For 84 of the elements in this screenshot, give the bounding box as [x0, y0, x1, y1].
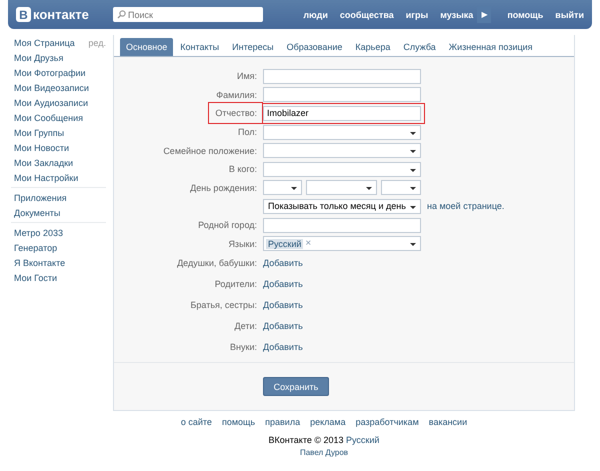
copyright-text: ВКонтакте © 2013	[268, 435, 344, 445]
sidebar-item[interactable]: Мои Новости	[14, 142, 69, 152]
field-label: Внуки:	[230, 342, 257, 352]
sidebar-item[interactable]: Мои Фотографии	[14, 68, 86, 78]
field-label: Языки:	[228, 238, 257, 249]
nav-link[interactable]: помощь	[507, 10, 544, 20]
day-dropdown[interactable]	[263, 180, 302, 196]
caret-icon	[410, 187, 416, 190]
sidebar-item[interactable]: Мои Гости	[14, 272, 58, 282]
privacy-dropdown[interactable]: Показывать только месяц и день	[263, 198, 421, 214]
input-field[interactable]	[263, 218, 421, 233]
sidebar-item[interactable]: Мои Видеозаписи	[14, 82, 89, 92]
add-link[interactable]: Добавить	[263, 279, 303, 290]
save-button[interactable]: Сохранить	[263, 377, 329, 396]
field-label: Дедушки, бабушки:	[177, 258, 257, 268]
field-label: Дети:	[234, 320, 257, 331]
add-link[interactable]: Добавить	[263, 300, 303, 310]
caret-icon	[410, 206, 416, 209]
nav-link[interactable]: люди	[303, 10, 328, 20]
footer-link[interactable]: разработчикам	[356, 417, 419, 427]
sidebar-item[interactable]: Мои Аудиозаписи	[14, 98, 88, 108]
add-link[interactable]: Добавить	[263, 320, 303, 331]
tab[interactable]: Образование	[280, 38, 348, 56]
sidebar-item[interactable]: Метро 2033	[14, 228, 63, 238]
add-link[interactable]: Добавить	[263, 258, 303, 268]
field-label: Имя:	[236, 71, 257, 82]
field-label: Отчество:	[215, 108, 257, 118]
sidebar-item[interactable]: Мои Группы	[14, 128, 64, 138]
language-tag: Русский	[266, 238, 304, 249]
tab[interactable]: Контакты	[174, 38, 226, 56]
caret-icon	[410, 150, 416, 154]
month-dropdown[interactable]	[306, 180, 377, 196]
author-link[interactable]: Павел Дуров	[300, 448, 348, 457]
caret-icon	[291, 187, 297, 190]
input-field[interactable]	[263, 68, 421, 84]
add-link[interactable]: Добавить	[263, 342, 303, 352]
sidebar-item[interactable]: Мои Закладки	[14, 158, 74, 168]
input-field[interactable]	[263, 87, 421, 102]
year-dropdown[interactable]	[381, 180, 421, 196]
field-label: Семейное положение:	[163, 146, 257, 156]
privacy-note: на моей странице.	[427, 201, 504, 212]
tab[interactable]: Основное	[120, 38, 174, 56]
logo-letter[interactable]: В	[16, 7, 31, 22]
field-label: Пол:	[238, 127, 257, 138]
field-label: В кого:	[228, 164, 257, 174]
sidebar-item[interactable]: Генератор	[14, 242, 58, 252]
nav-link[interactable]: выйти	[555, 10, 584, 20]
dropdown[interactable]	[263, 162, 421, 177]
tab[interactable]: Жизненная позиция	[442, 38, 539, 56]
caret-icon	[410, 168, 416, 172]
sidebar-item[interactable]: Я Вконтакте	[14, 258, 66, 268]
dropdown[interactable]	[263, 143, 421, 158]
sidebar-item[interactable]: Мои Друзья	[14, 52, 64, 62]
footer-link[interactable]: помощь	[222, 417, 256, 427]
field-label: Родной город:	[198, 220, 257, 230]
tab[interactable]: Интересы	[226, 38, 280, 56]
tab[interactable]: Карьера	[349, 38, 396, 56]
sidebar-item[interactable]: Приложения	[14, 192, 67, 202]
sidebar-item[interactable]: Мои Настройки	[14, 172, 78, 182]
nav-link[interactable]: сообщества	[340, 10, 394, 20]
field-label: День рождения:	[190, 182, 257, 193]
field-label: Фамилия:	[216, 90, 257, 100]
caret-icon	[410, 243, 416, 246]
footer-link[interactable]: правила	[265, 417, 300, 427]
sidebar-item[interactable]: Мои Сообщения	[14, 112, 83, 122]
logo-text[interactable]: контакте	[33, 7, 89, 22]
footer-link[interactable]: вакансии	[428, 417, 468, 427]
footer-link[interactable]: реклама	[310, 417, 346, 427]
input-field[interactable]: Imobilazer	[263, 106, 421, 121]
nav-link[interactable]: игры	[406, 10, 428, 20]
nav-link[interactable]: музыка	[440, 10, 474, 20]
search-icon	[117, 10, 126, 19]
caret-icon	[410, 132, 416, 135]
footer-link[interactable]: о сайте	[180, 417, 212, 427]
language-link[interactable]: Русский	[346, 435, 380, 445]
dropdown[interactable]	[263, 124, 421, 140]
tab[interactable]: Служба	[397, 38, 442, 56]
search-field[interactable]: Поиск	[113, 7, 263, 22]
language-field[interactable]: Русский ×	[263, 236, 421, 252]
sidebar-item[interactable]: Документы	[14, 208, 60, 218]
caret-icon	[366, 187, 372, 190]
field-label: Братья, сестры:	[190, 300, 257, 310]
sidebar-item[interactable]: Моя Страница	[14, 38, 75, 48]
field-label: Родители:	[214, 279, 257, 290]
